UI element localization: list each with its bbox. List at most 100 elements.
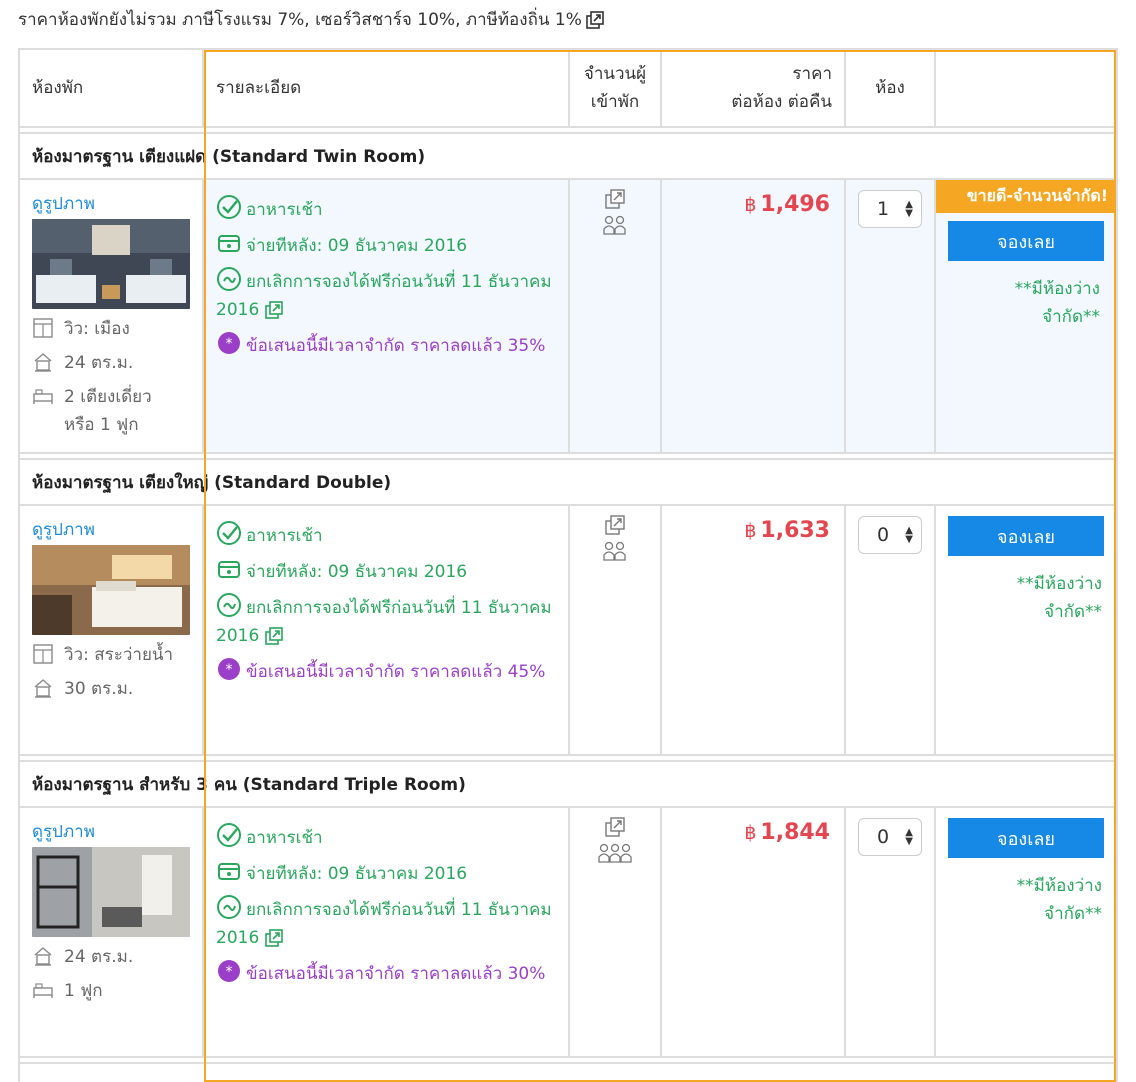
action-cell: จองเลย **มีห้องว่างจำกัด** bbox=[936, 506, 1116, 754]
view-photos-link[interactable]: ดูรูปภาพ bbox=[32, 818, 202, 845]
svg-text:*: * bbox=[226, 336, 233, 352]
check-circle-icon bbox=[216, 822, 242, 848]
guest-icon bbox=[597, 842, 633, 864]
room-size-text: 24 ตร.ม. bbox=[64, 947, 134, 967]
action-cell: จองเลย **มีห้องว่างจำกัด** bbox=[936, 808, 1116, 1056]
book-now-button[interactable]: จองเลย bbox=[948, 221, 1104, 261]
room-table: ห้องพัก รายละเอียด จำนวนผู้เข้าพัก ราคาต… bbox=[18, 48, 1118, 1082]
room-photo[interactable] bbox=[32, 219, 190, 309]
guests-cell bbox=[570, 180, 662, 452]
room-size: 24 ตร.ม. bbox=[32, 349, 202, 377]
availability-text: **มีห้องว่างจำกัด** bbox=[1016, 876, 1102, 924]
breakfast-line: อาหารเช้า bbox=[216, 520, 556, 550]
room-row: ดูรูปภาพ วิว: เมือง 24 ตร.ม. 2 เตียงเดี่… bbox=[20, 50, 1116, 1082]
external-link-icon[interactable] bbox=[586, 10, 604, 29]
deal-text: ข้อเสนอนี้มีเวลาจำกัด ราคาลดแล้ว 35% bbox=[246, 336, 546, 356]
room-size: 30 ตร.ม. bbox=[32, 675, 202, 703]
pay-later-text: จ่ายทีหลัง: 09 ธันวาคม 2016 bbox=[246, 562, 468, 582]
updown-arrow-icon: ▲ ▼ bbox=[905, 525, 913, 545]
pay-later-line: จ่ายทีหลัง: 09 ธันวาคม 2016 bbox=[216, 556, 556, 586]
deal-text: ข้อเสนอนี้มีเวลาจำกัด ราคาลดแล้ว 30% bbox=[246, 964, 546, 984]
room-view-text: วิว: สระว่ายน้ำ bbox=[64, 645, 174, 665]
header-details: รายละเอียด bbox=[204, 50, 570, 126]
view-photos-link[interactable]: ดูรูปภาพ bbox=[32, 516, 202, 543]
external-link-icon[interactable] bbox=[264, 301, 283, 319]
updown-arrow-icon: ▲ ▼ bbox=[905, 827, 913, 847]
room-row: ดูรูปภาพ วิว: สระว่ายน้ำ 30 ตร.ม. อาหารเ… bbox=[20, 506, 1116, 756]
header-price-line1: ราคา bbox=[792, 64, 832, 84]
breakfast-line: อาหารเช้า bbox=[216, 822, 556, 852]
price-cell: ฿ 1,633 bbox=[662, 506, 846, 754]
room-info: ดูรูปภาพ วิว: สระว่ายน้ำ 30 ตร.ม. bbox=[20, 506, 204, 754]
room-name: ห้องมาตรฐาน สำหรับ 3 คน (Standard Triple… bbox=[20, 760, 1116, 808]
cancel-free-icon bbox=[216, 894, 242, 920]
bestseller-badge: ขายดี-จำนวนจำกัด! bbox=[936, 180, 1114, 213]
room-details: อาหารเช้า จ่ายทีหลัง: 09 ธันวาคม 2016 ยก… bbox=[204, 506, 570, 754]
room-size-text: 30 ตร.ม. bbox=[64, 679, 134, 699]
room-price: ฿ 1,496 bbox=[662, 180, 844, 217]
svg-text:*: * bbox=[226, 662, 233, 678]
bed-icon bbox=[32, 385, 54, 407]
person-icon bbox=[614, 215, 626, 235]
room-info: ดูรูปภาพ 24 ตร.ม. 1 ฟูก bbox=[20, 808, 204, 1056]
room-row: ดูรูปภาพ 24 ตร.ม. 1 ฟูก อาหารเช้า จ่ายที… bbox=[20, 808, 1116, 1058]
wallet-icon bbox=[216, 858, 242, 884]
room-quantity-select[interactable]: 1 ▲ ▼ bbox=[858, 190, 922, 228]
window-icon bbox=[32, 643, 54, 665]
tax-note: ราคาห้องพักยังไม่รวม ภาษีโรงแรม 7%, เซอร… bbox=[18, 6, 604, 33]
bed-icon bbox=[32, 979, 54, 1001]
pay-later-text: จ่ายทีหลัง: 09 ธันวาคม 2016 bbox=[246, 864, 468, 884]
external-link-icon[interactable] bbox=[264, 929, 283, 947]
availability-text: **มีห้องว่างจำกัด** bbox=[1016, 574, 1102, 622]
popup-icon[interactable] bbox=[604, 514, 626, 536]
star-badge-icon: * bbox=[216, 958, 242, 984]
room-name: ห้องมาตรฐาน เตียงใหญ่ (Standard Double) bbox=[20, 458, 1116, 506]
room-price: ฿ 1,633 bbox=[662, 506, 844, 543]
header-price-line2: ต่อห้อง ต่อคืน bbox=[731, 92, 832, 112]
cancel-line: ยกเลิกการจองได้ฟรีก่อนวันที่ 11 ธันวาคม … bbox=[216, 266, 556, 324]
room-quantity-select[interactable]: 0 ▲ ▼ bbox=[858, 516, 922, 554]
header-price: ราคาต่อห้อง ต่อคืน bbox=[662, 50, 846, 126]
header-rooms: ห้อง bbox=[846, 50, 936, 126]
price-value: 1,844 bbox=[760, 820, 830, 845]
quantity-value: 1 bbox=[877, 198, 890, 220]
room-photo[interactable] bbox=[32, 545, 190, 635]
action-cell: ขายดี-จำนวนจำกัด! จองเลย **มีห้องว่างจำก… bbox=[936, 180, 1116, 452]
star-badge-icon: * bbox=[216, 330, 242, 356]
book-now-button[interactable]: จองเลย bbox=[948, 516, 1104, 556]
guest-icon bbox=[603, 214, 627, 236]
view-photos-link[interactable]: ดูรูปภาพ bbox=[32, 190, 202, 217]
tax-note-text: ราคาห้องพักยังไม่รวม ภาษีโรงแรม 7%, เซอร… bbox=[18, 10, 582, 30]
popup-icon[interactable] bbox=[604, 188, 626, 210]
room-quantity-select[interactable]: 0 ▲ ▼ bbox=[858, 818, 922, 856]
quantity-cell: 0 ▲ ▼ bbox=[846, 506, 936, 754]
house-icon bbox=[32, 677, 54, 699]
svg-text:*: * bbox=[226, 964, 233, 980]
room-size: 24 ตร.ม. bbox=[32, 943, 202, 971]
room-photo[interactable] bbox=[32, 847, 190, 937]
guest-icon bbox=[603, 540, 627, 562]
header-guests: จำนวนผู้เข้าพัก bbox=[570, 50, 662, 126]
book-now-button[interactable]: จองเลย bbox=[948, 818, 1104, 858]
currency-symbol: ฿ bbox=[744, 520, 757, 542]
quantity-value: 0 bbox=[877, 524, 890, 546]
room-view-text: วิว: เมือง bbox=[64, 319, 130, 339]
currency-symbol: ฿ bbox=[744, 194, 757, 216]
external-link-icon[interactable] bbox=[264, 627, 283, 645]
guests-cell bbox=[570, 506, 662, 754]
room-bed: 1 ฟูก bbox=[32, 977, 202, 1005]
quantity-cell: 1 ▲ ▼ bbox=[846, 180, 936, 452]
updown-arrow-icon: ▲ ▼ bbox=[905, 199, 913, 219]
wallet-icon bbox=[216, 556, 242, 582]
person-icon bbox=[603, 215, 615, 235]
breakfast-line: อาหารเช้า bbox=[216, 194, 556, 224]
deal-text: ข้อเสนอนี้มีเวลาจำกัด ราคาลดแล้ว 45% bbox=[246, 662, 546, 682]
room-price: ฿ 1,844 bbox=[662, 808, 844, 845]
room-info: ดูรูปภาพ วิว: เมือง 24 ตร.ม. 2 เตียงเดี่… bbox=[20, 180, 204, 452]
wallet-icon bbox=[216, 230, 242, 256]
next-row-stub bbox=[20, 1062, 1116, 1082]
room-view: วิว: เมือง bbox=[32, 315, 202, 343]
breakfast-text: อาหารเช้า bbox=[246, 200, 323, 220]
popup-icon[interactable] bbox=[604, 816, 626, 838]
person-icon bbox=[619, 843, 632, 863]
